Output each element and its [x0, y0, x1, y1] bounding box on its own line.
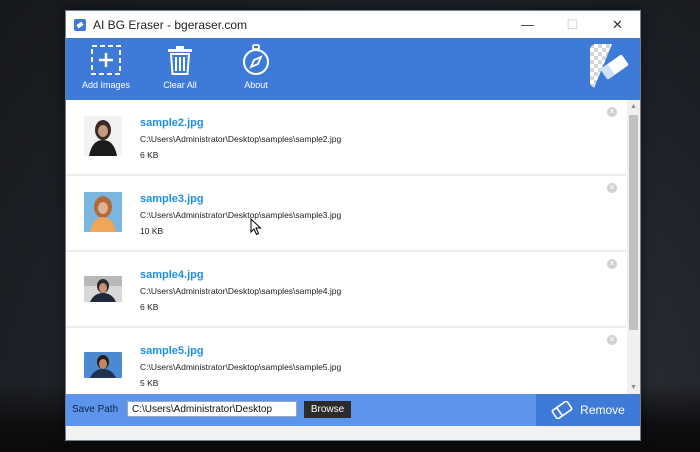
file-size: 10 KB [140, 226, 164, 236]
file-size: 6 KB [140, 302, 159, 312]
add-image-icon [91, 45, 121, 75]
remove-item-icon[interactable]: ✕ [607, 107, 617, 117]
list-item[interactable]: sample4.jpg C:\Users\Administrator\Deskt… [66, 252, 627, 328]
eraser-logo-icon [590, 44, 634, 88]
bottom-bar: Save Path Browse Remove [66, 394, 640, 426]
clear-all-label: Clear All [163, 80, 197, 90]
remove-item-icon[interactable]: ✕ [607, 335, 617, 345]
list-item[interactable]: sample5.jpg C:\Users\Administrator\Deskt… [66, 328, 627, 394]
remove-button[interactable]: Remove [536, 394, 640, 426]
file-path: C:\Users\Administrator\Desktop\samples\s… [140, 210, 342, 220]
vertical-scrollbar[interactable]: ▲ ▼ [627, 100, 640, 394]
remove-label: Remove [580, 403, 625, 417]
thumbnail-image [84, 116, 122, 156]
trash-icon [168, 46, 192, 75]
file-size: 5 KB [140, 378, 159, 388]
toolbar: Add Images Clear All About [66, 38, 640, 100]
title-bar[interactable]: AI BG Eraser - bgeraser.com — ☐ ✕ [66, 11, 640, 38]
file-size: 6 KB [140, 150, 159, 160]
thumbnail-image [84, 352, 122, 378]
about-button[interactable]: About [226, 38, 286, 90]
close-button[interactable]: ✕ [595, 11, 640, 38]
remove-item-icon[interactable]: ✕ [607, 183, 617, 193]
scroll-thumb[interactable] [629, 115, 638, 330]
compass-icon [243, 44, 269, 75]
file-path: C:\Users\Administrator\Desktop\samples\s… [140, 362, 342, 372]
list-item[interactable]: sample3.jpg C:\Users\Administrator\Deskt… [66, 176, 627, 252]
list-item[interactable]: sample2.jpg C:\Users\Administrator\Deskt… [66, 100, 627, 176]
add-images-button[interactable]: Add Images [76, 38, 136, 90]
add-images-label: Add Images [81, 80, 131, 90]
file-name: sample2.jpg [140, 117, 204, 129]
file-name: sample4.jpg [140, 269, 204, 281]
thumbnail-image [84, 276, 122, 302]
status-strip [66, 426, 640, 440]
scroll-down-icon[interactable]: ▼ [627, 381, 640, 394]
eraser-icon [551, 401, 573, 419]
save-path-input[interactable] [127, 401, 297, 417]
scroll-up-icon[interactable]: ▲ [627, 100, 640, 113]
minimize-button[interactable]: — [505, 11, 550, 38]
maximize-button[interactable]: ☐ [550, 11, 595, 38]
file-list[interactable]: sample2.jpg C:\Users\Administrator\Deskt… [66, 100, 640, 394]
save-path-label: Save Path [72, 404, 119, 415]
window-title: AI BG Eraser - bgeraser.com [93, 17, 248, 32]
remove-item-icon[interactable]: ✕ [607, 259, 617, 269]
file-name: sample3.jpg [140, 193, 204, 205]
mouse-cursor-icon [250, 218, 262, 236]
browse-button[interactable]: Browse [304, 401, 351, 418]
clear-all-button[interactable]: Clear All [150, 38, 210, 90]
app-logo-icon [73, 18, 87, 32]
thumbnail-image [84, 192, 122, 232]
app-window: AI BG Eraser - bgeraser.com — ☐ ✕ Add Im… [65, 10, 641, 441]
file-name: sample5.jpg [140, 345, 204, 357]
file-path: C:\Users\Administrator\Desktop\samples\s… [140, 286, 342, 296]
about-label: About [244, 80, 268, 90]
file-path: C:\Users\Administrator\Desktop\samples\s… [140, 134, 342, 144]
